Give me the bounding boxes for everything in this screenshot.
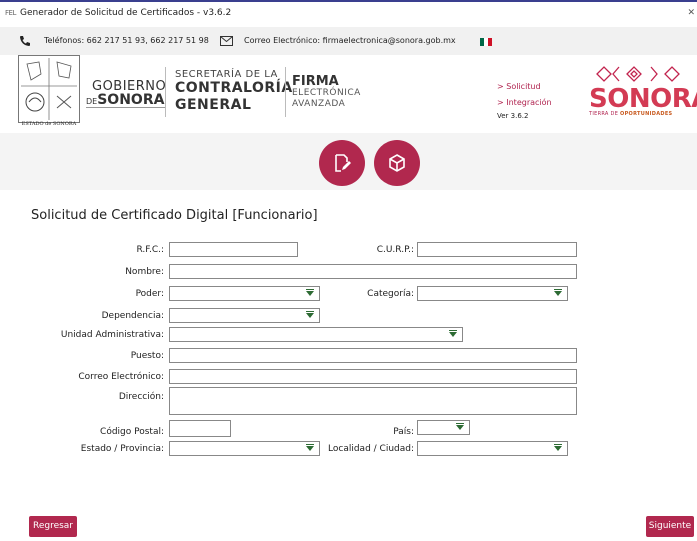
secretaria-line1: SECRETARÍA DE LA	[175, 69, 278, 80]
contact-bar: Teléfonos: 662 217 51 93, 662 217 51 98 …	[0, 27, 697, 56]
close-icon[interactable]: ✕	[687, 8, 695, 18]
gobierno-underline	[86, 107, 166, 108]
solicitud-circle-button[interactable]	[319, 140, 365, 186]
header-divider	[285, 67, 286, 117]
edit-document-icon	[335, 154, 351, 172]
codigo-postal-input[interactable]	[169, 420, 231, 437]
dependencia-select[interactable]	[169, 308, 320, 323]
pais-select[interactable]	[417, 420, 470, 435]
version-label: Ver 3.6.2	[497, 112, 529, 120]
app-icon: FEL	[5, 9, 16, 17]
secretaria-line2: CONTRALORÍA	[175, 80, 293, 96]
shield-caption: ESTADO de SONORA	[21, 121, 77, 127]
localidad-select[interactable]	[417, 441, 568, 456]
categoria-label: Categoría:	[367, 289, 414, 299]
direccion-label: Dirección:	[118, 392, 164, 402]
curp-label: C.U.R.P.:	[376, 245, 414, 255]
correo-label: Correo Electrónico:	[78, 372, 164, 382]
pais-label: País:	[393, 427, 414, 437]
codigo-postal-label: Código Postal:	[100, 427, 164, 437]
site-header: ESTADO de SONORA GOBIERNO DESONORA SECRE…	[0, 55, 697, 133]
puesto-input[interactable]	[169, 348, 577, 363]
sonora-tagline-pre: TIERRA DE	[589, 111, 621, 117]
phone-numbers: Teléfonos: 662 217 51 93, 662 217 51 98	[44, 36, 209, 45]
sonora-brand-word: SONORA	[589, 84, 697, 114]
nombre-label: Nombre:	[125, 267, 164, 277]
sonora-tagline: TIERRA DE OPORTUNIDADES	[589, 111, 672, 117]
page-title: Solicitud de Certificado Digital [Funcio…	[31, 208, 318, 223]
window-title: Generador de Solicitud de Certificados -…	[20, 8, 232, 18]
dependencia-label: Dependencia:	[101, 311, 164, 321]
poder-select[interactable]	[169, 286, 320, 301]
contact-email: Correo Electrónico: firmaelectronica@son…	[244, 36, 456, 45]
nombre-input[interactable]	[169, 264, 577, 279]
nav-link-integracion[interactable]: > Integración	[497, 98, 552, 107]
curp-input[interactable]	[417, 242, 577, 257]
rfc-input[interactable]	[169, 242, 298, 257]
firma-line1: FIRMA	[292, 74, 339, 89]
gobierno-sonora: SONORA	[97, 92, 165, 108]
nav-link-solicitud[interactable]: > Solicitud	[497, 82, 541, 91]
estado-select[interactable]	[169, 441, 320, 456]
estado-label: Estado / Provincia:	[80, 444, 164, 454]
action-banner	[0, 133, 697, 190]
correo-input[interactable]	[169, 369, 577, 384]
integracion-circle-button[interactable]	[374, 140, 420, 186]
firma-line3: AVANZADA	[292, 99, 346, 109]
firma-line2: ELECTRÓNICA	[292, 88, 361, 98]
puesto-label: Puesto:	[130, 351, 164, 361]
phone-icon	[20, 36, 30, 46]
header-divider	[165, 67, 166, 117]
localidad-label: Localidad / Ciudad:	[328, 444, 414, 454]
poder-label: Poder:	[135, 289, 164, 299]
gobierno-line2: DESONORA	[86, 92, 164, 108]
gobierno-de: DE	[86, 97, 98, 106]
unidad-select[interactable]	[169, 327, 463, 342]
categoria-select[interactable]	[417, 286, 568, 301]
secretaria-line3: GENERAL	[175, 97, 252, 113]
back-button[interactable]: Regresar	[29, 516, 77, 537]
sonora-shield-logo	[18, 55, 80, 123]
window-titlebar: FEL Generador de Solicitud de Certificad…	[0, 0, 697, 27]
next-button[interactable]: Siguiente	[646, 516, 694, 537]
direccion-textarea[interactable]	[169, 387, 577, 415]
sonora-tagline-bold: OPORTUNIDADES	[620, 111, 673, 117]
cube-icon	[389, 154, 405, 172]
mail-icon	[220, 36, 233, 46]
sonora-ornament-icon	[596, 66, 680, 82]
unidad-label: Unidad Administrativa:	[60, 330, 164, 340]
rfc-label: R.F.C.:	[136, 245, 164, 255]
mexico-flag-icon	[480, 38, 492, 46]
